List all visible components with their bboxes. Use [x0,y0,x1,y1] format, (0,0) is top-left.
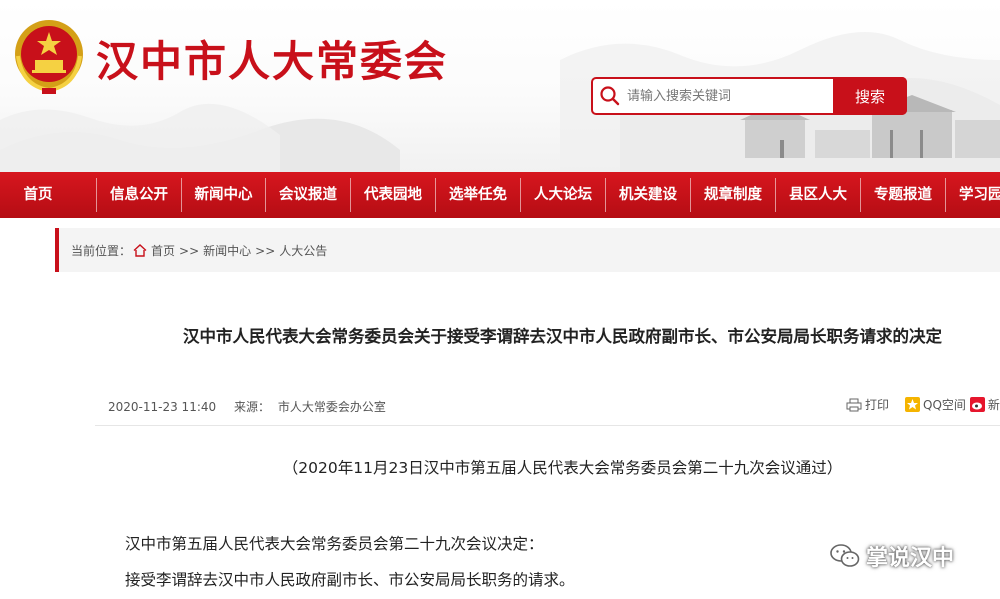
nav-separator [520,178,521,212]
breadcrumb-separator: >> [255,243,276,258]
wechat-icon [830,544,860,567]
meta-divider [95,425,1000,426]
breadcrumb-announcements-link[interactable]: 人大公告 [279,242,327,259]
weibo-share-button[interactable]: 新浪 [988,396,1000,413]
nav-separator [96,178,97,212]
nav-item-elections[interactable]: 选举任免 [436,172,520,218]
article-paragraph: 汉中市第五届人民代表大会常务委员会第二十九次会议决定： [125,535,544,553]
nav-separator [265,178,266,212]
watermark-text: 掌说汉中 [866,546,955,571]
nav-separator [690,178,691,212]
qq-zone-icon [905,397,921,412]
nav-item-office-building[interactable]: 机关建设 [606,172,690,218]
nav-item-deputy-garden[interactable]: 代表园地 [351,172,435,218]
search-box: 搜索 [591,77,907,115]
search-input[interactable] [627,85,827,107]
search-button[interactable]: 搜索 [833,77,907,115]
nav-separator [435,178,436,212]
article-paragraph: 接受李谓辞去汉中市人民政府副市长、市公安局局长职务的请求。 [125,571,575,589]
home-icon [133,244,147,257]
nav-item-study-garden[interactable]: 学习园地 [946,172,1000,218]
breadcrumb-separator: >> [179,243,200,258]
article-meta: 2020-11-23 11:40 来源： 市人大常委会办公室 [108,398,386,415]
breadcrumb-home-link[interactable]: 首页 [151,242,175,259]
article-title: 汉中市人民代表大会常务委员会关于接受李谓辞去汉中市人民政府副市长、市公安局局长职… [183,327,942,346]
site-title: 汉中市人大常委会 [96,37,449,86]
nav-separator [945,178,946,212]
nav-separator [775,178,776,212]
nav-item-info-disclosure[interactable]: 信息公开 [97,172,181,218]
nav-separator [181,178,182,212]
breadcrumb-prefix: 当前位置： [71,244,132,258]
print-button[interactable]: 打印 [865,396,889,413]
nav-separator [350,178,351,212]
site-header: 汉中市人大常委会 搜索 [0,0,1000,172]
qq-zone-share-button[interactable]: QQ空间 [923,396,966,413]
nav-item-home[interactable]: 首页 [0,172,58,218]
breadcrumb-news-center-link[interactable]: 新闻中心 [203,242,251,259]
article-date: 2020-11-23 11:40 [108,400,217,414]
print-icon [846,398,862,411]
nav-item-special-reports[interactable]: 专题报道 [861,172,945,218]
article-subtitle: （2020年11月23日汉中市第五届人民代表大会常务委员会第二十九次会议通过） [282,459,843,477]
nav-item-meeting-reports[interactable]: 会议报道 [266,172,350,218]
nav-item-county-congress[interactable]: 县区人大 [776,172,860,218]
search-icon [600,86,620,106]
nav-separator [860,178,861,212]
main-nav: 首页 信息公开 新闻中心 会议报道 代表园地 选举任免 人大论坛 机关建设 规章… [0,172,1000,218]
article-source-label: 来源： [233,400,270,414]
breadcrumb-trail: 当前位置： 首页 >> 新闻中心 >> 人大公告 [71,242,327,259]
nav-item-forum[interactable]: 人大论坛 [521,172,605,218]
national-emblem-icon [15,20,83,94]
nav-separator [605,178,606,212]
watermark: 掌说汉中 [830,540,954,572]
nav-item-regulations[interactable]: 规章制度 [691,172,775,218]
breadcrumb: 当前位置： 首页 >> 新闻中心 >> 人大公告 [55,228,1000,272]
article-source: 市人大常委会办公室 [277,400,386,414]
weibo-icon [969,397,985,412]
share-tools: 打印 QQ空间 新浪 [846,396,1000,413]
nav-item-news-center[interactable]: 新闻中心 [182,172,265,218]
